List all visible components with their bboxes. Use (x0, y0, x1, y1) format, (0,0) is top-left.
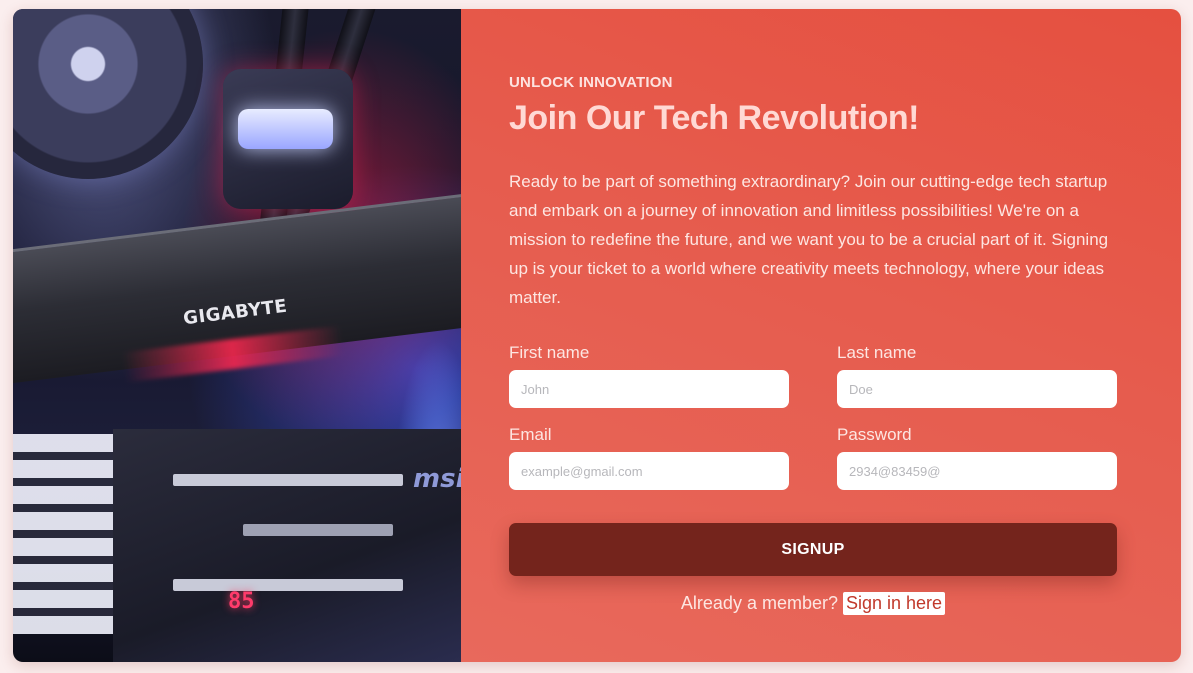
last-name-label: Last name (837, 343, 917, 362)
pcie-slot-graphic (173, 579, 403, 591)
hero-image: GIGABYTE msi 85 (13, 9, 461, 662)
first-name-input[interactable] (509, 370, 789, 408)
debug-led-display: 85 (228, 589, 255, 614)
intro-paragraph: Ready to be part of something extraordin… (509, 172, 1109, 307)
motherboard-graphic: msi (113, 429, 461, 662)
m2-slot-graphic (243, 524, 393, 536)
signup-card: GIGABYTE msi 85 UNLOCK INNOVATION Join O… (13, 9, 1181, 662)
password-input[interactable] (837, 452, 1117, 490)
email-input[interactable] (509, 452, 789, 490)
already-member-text: Already a member? (680, 593, 838, 613)
pump-light-graphic (238, 109, 333, 149)
already-member-row: Already a member? Sign in here (461, 592, 1165, 615)
signup-panel: UNLOCK INNOVATION Join Our Tech Revoluti… (461, 9, 1181, 662)
password-label: Password (837, 425, 912, 444)
pcie-slot-graphic (173, 474, 403, 486)
board-brand-label: msi (413, 464, 461, 494)
email-label: Email (509, 425, 552, 444)
sign-in-link[interactable]: Sign in here (843, 592, 946, 615)
page-title: Join Our Tech Revolution! (509, 99, 920, 137)
signup-button[interactable]: SIGNUP (509, 523, 1117, 576)
ram-modules-graphic (13, 434, 113, 634)
first-name-label: First name (509, 343, 590, 362)
cpu-fan-graphic (13, 9, 203, 179)
kicker-text: UNLOCK INNOVATION (509, 74, 673, 91)
last-name-input[interactable] (837, 370, 1117, 408)
